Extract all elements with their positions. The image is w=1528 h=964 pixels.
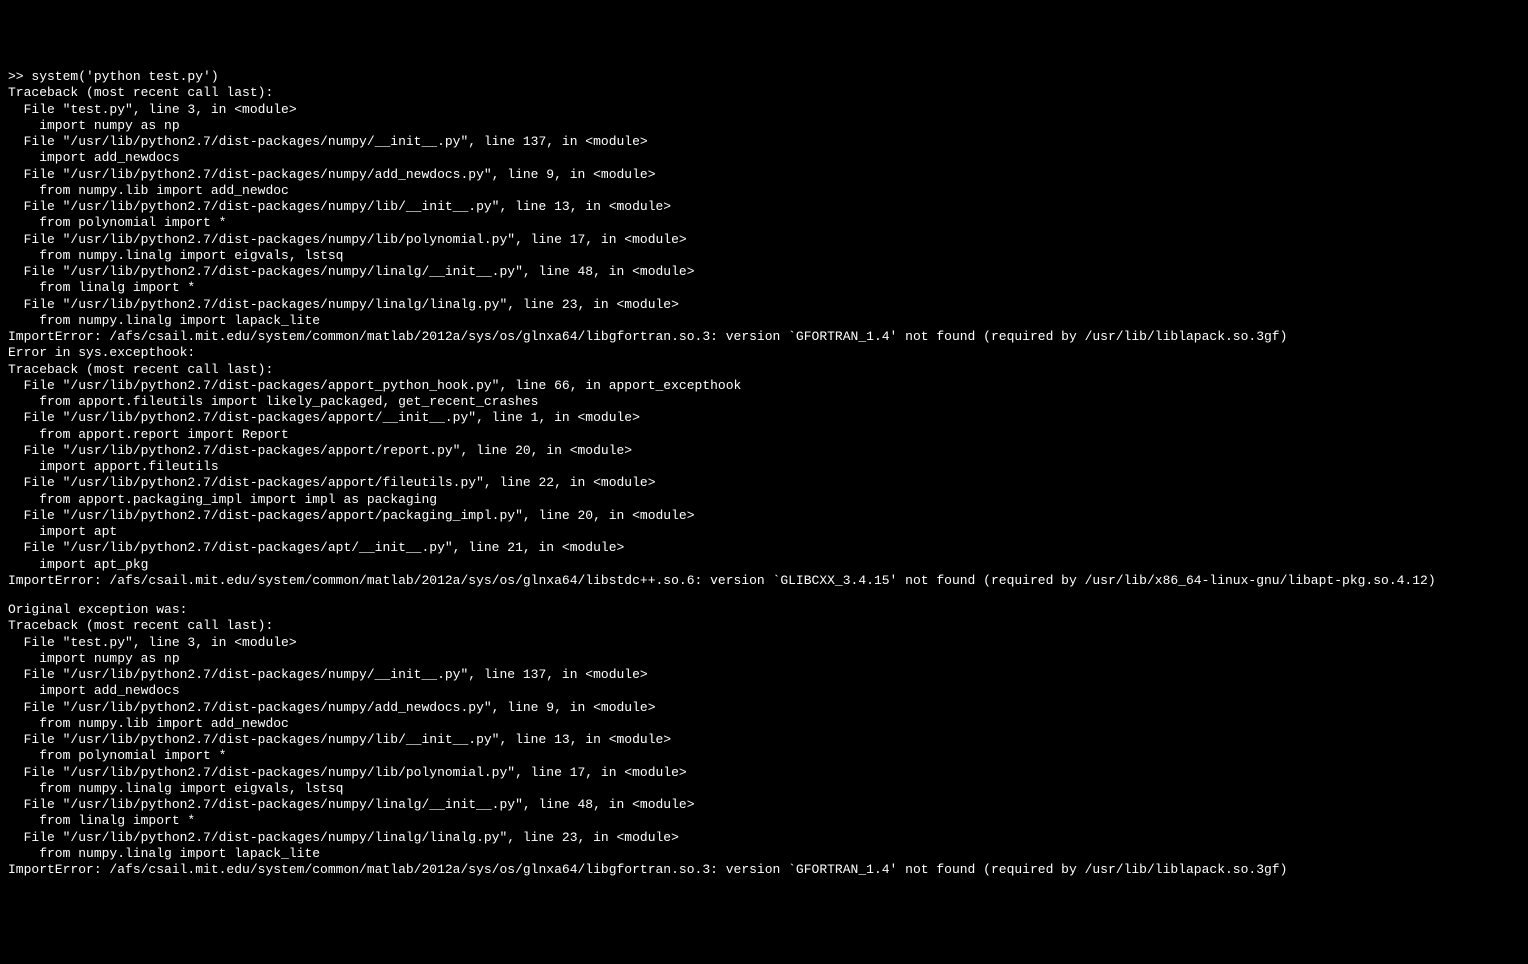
terminal-line: from polynomial import * [8,748,1520,764]
terminal-line: from polynomial import * [8,215,1520,231]
terminal-line: from numpy.linalg import eigvals, lstsq [8,781,1520,797]
terminal-line: from linalg import * [8,813,1520,829]
terminal-output[interactable]: >> system('python test.py')Traceback (mo… [8,69,1520,878]
terminal-line: from numpy.linalg import lapack_lite [8,846,1520,862]
terminal-line: File "/usr/lib/python2.7/dist-packages/n… [8,765,1520,781]
terminal-line: File "/usr/lib/python2.7/dist-packages/n… [8,264,1520,280]
terminal-line: ImportError: /afs/csail.mit.edu/system/c… [8,329,1520,345]
terminal-line: from numpy.lib import add_newdoc [8,716,1520,732]
terminal-line: ImportError: /afs/csail.mit.edu/system/c… [8,573,1520,589]
terminal-line: import numpy as np [8,118,1520,134]
terminal-line: File "/usr/lib/python2.7/dist-packages/n… [8,797,1520,813]
terminal-line: File "test.py", line 3, in <module> [8,635,1520,651]
terminal-line: File "/usr/lib/python2.7/dist-packages/n… [8,199,1520,215]
terminal-line: import add_newdocs [8,683,1520,699]
terminal-line: File "/usr/lib/python2.7/dist-packages/n… [8,232,1520,248]
terminal-line: File "/usr/lib/python2.7/dist-packages/n… [8,167,1520,183]
terminal-line: from numpy.lib import add_newdoc [8,183,1520,199]
terminal-line: Traceback (most recent call last): [8,618,1520,634]
terminal-line: Error in sys.excepthook: [8,345,1520,361]
terminal-line: Original exception was: [8,602,1520,618]
terminal-line: File "/usr/lib/python2.7/dist-packages/n… [8,134,1520,150]
terminal-line: File "test.py", line 3, in <module> [8,102,1520,118]
terminal-line: File "/usr/lib/python2.7/dist-packages/a… [8,508,1520,524]
terminal-line: from numpy.linalg import eigvals, lstsq [8,248,1520,264]
terminal-line: File "/usr/lib/python2.7/dist-packages/n… [8,732,1520,748]
terminal-line: import add_newdocs [8,150,1520,166]
terminal-line: from apport.packaging_impl import impl a… [8,492,1520,508]
terminal-line: File "/usr/lib/python2.7/dist-packages/a… [8,443,1520,459]
terminal-line: File "/usr/lib/python2.7/dist-packages/n… [8,297,1520,313]
terminal-line: from apport.fileutils import likely_pack… [8,394,1520,410]
terminal-line: from numpy.linalg import lapack_lite [8,313,1520,329]
terminal-line: Traceback (most recent call last): [8,362,1520,378]
terminal-line: import numpy as np [8,651,1520,667]
terminal-line: File "/usr/lib/python2.7/dist-packages/n… [8,700,1520,716]
terminal-line: File "/usr/lib/python2.7/dist-packages/n… [8,830,1520,846]
terminal-line: >> system('python test.py') [8,69,1520,85]
terminal-line: Traceback (most recent call last): [8,85,1520,101]
terminal-line: import apt_pkg [8,557,1520,573]
terminal-line: File "/usr/lib/python2.7/dist-packages/a… [8,378,1520,394]
terminal-line: import apt [8,524,1520,540]
terminal-line: from apport.report import Report [8,427,1520,443]
terminal-line: File "/usr/lib/python2.7/dist-packages/a… [8,540,1520,556]
terminal-line: File "/usr/lib/python2.7/dist-packages/a… [8,410,1520,426]
terminal-line: from linalg import * [8,280,1520,296]
terminal-line [8,589,1520,602]
terminal-line: import apport.fileutils [8,459,1520,475]
terminal-line: ImportError: /afs/csail.mit.edu/system/c… [8,862,1520,878]
terminal-line: File "/usr/lib/python2.7/dist-packages/n… [8,667,1520,683]
terminal-line: File "/usr/lib/python2.7/dist-packages/a… [8,475,1520,491]
